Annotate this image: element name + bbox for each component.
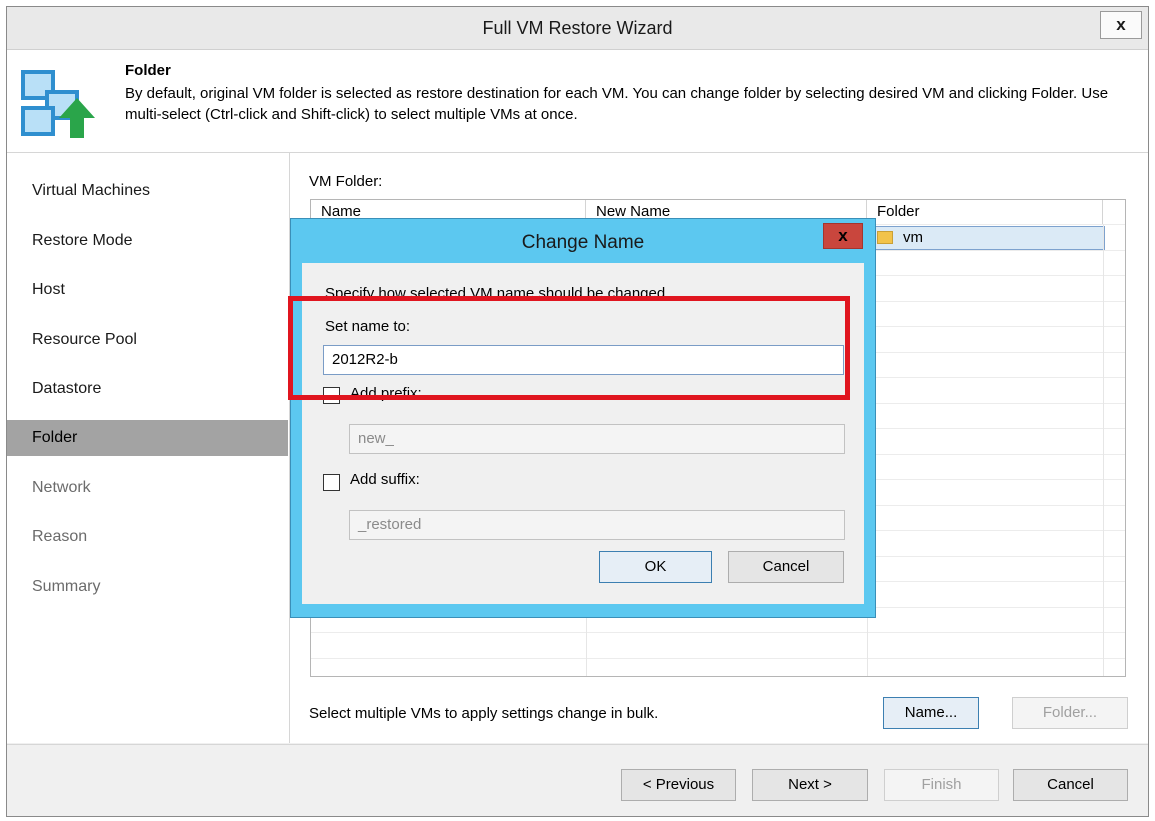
step-host[interactable]: Host bbox=[7, 272, 288, 308]
set-name-label: Set name to: bbox=[325, 318, 411, 335]
column-header-folder[interactable]: Folder bbox=[867, 200, 1103, 224]
title-bar: Full VM Restore Wizard x bbox=[7, 7, 1148, 50]
dialog-cancel-button[interactable]: Cancel bbox=[728, 551, 844, 583]
step-restore-mode[interactable]: Restore Mode bbox=[7, 223, 288, 259]
folder-button[interactable]: Folder... bbox=[1012, 697, 1128, 729]
restore-vm-icon bbox=[21, 70, 95, 138]
wizard-header: Folder By default, original VM folder is… bbox=[7, 50, 1148, 153]
close-button[interactable]: x bbox=[1100, 11, 1142, 39]
step-network[interactable]: Network bbox=[7, 470, 288, 506]
dialog-title: Change Name bbox=[521, 232, 645, 253]
change-name-dialog: Change Name x Specify how selected VM na… bbox=[290, 218, 876, 618]
step-summary[interactable]: Summary bbox=[7, 569, 288, 605]
step-virtual-machines[interactable]: Virtual Machines bbox=[7, 173, 288, 209]
dialog-body: Specify how selected VM name should be c… bbox=[302, 263, 864, 604]
add-prefix-label: Add prefix: bbox=[350, 385, 422, 402]
add-prefix-checkbox[interactable] bbox=[323, 387, 340, 404]
window-title: Full VM Restore Wizard bbox=[482, 18, 673, 38]
dialog-close-button[interactable]: x bbox=[823, 223, 863, 249]
wizard-footer: < Previous Next > Finish Cancel bbox=[7, 744, 1148, 816]
set-name-input[interactable]: 2012R2-b bbox=[323, 345, 844, 375]
previous-button[interactable]: < Previous bbox=[621, 769, 736, 801]
step-folder[interactable]: Folder bbox=[7, 420, 288, 456]
suffix-input[interactable]: _restored bbox=[349, 510, 845, 540]
step-datastore[interactable]: Datastore bbox=[7, 371, 288, 407]
ok-button[interactable]: OK bbox=[599, 551, 712, 583]
folder-icon bbox=[877, 231, 893, 244]
folder-cell: vm bbox=[903, 229, 923, 246]
name-button[interactable]: Name... bbox=[883, 697, 979, 729]
prefix-input[interactable]: new_ bbox=[349, 424, 845, 454]
cancel-button[interactable]: Cancel bbox=[1013, 769, 1128, 801]
next-button[interactable]: Next > bbox=[752, 769, 868, 801]
add-suffix-label: Add suffix: bbox=[350, 471, 420, 488]
step-resource-pool[interactable]: Resource Pool bbox=[7, 322, 288, 358]
wizard-steps: Virtual Machines Restore Mode Host Resou… bbox=[7, 153, 290, 743]
header-title: Folder bbox=[125, 62, 171, 79]
table-row[interactable]: vm bbox=[870, 226, 1105, 250]
bulk-hint: Select multiple VMs to apply settings ch… bbox=[309, 705, 659, 722]
step-reason[interactable]: Reason bbox=[7, 519, 288, 555]
finish-button[interactable]: Finish bbox=[884, 769, 999, 801]
dialog-instruction: Specify how selected VM name should be c… bbox=[325, 285, 666, 302]
vm-folder-label: VM Folder: bbox=[309, 173, 383, 190]
header-description: By default, original VM folder is select… bbox=[125, 85, 1109, 123]
add-suffix-checkbox[interactable] bbox=[323, 474, 340, 491]
